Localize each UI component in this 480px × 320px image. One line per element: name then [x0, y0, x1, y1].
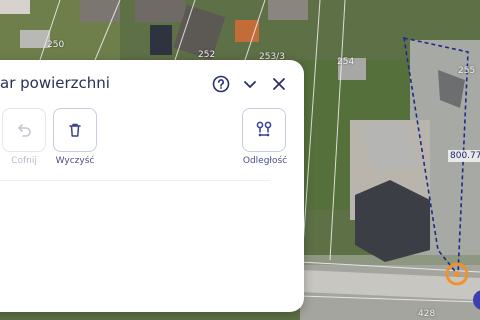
trash-icon: [69, 123, 81, 137]
measurement-length-label: 800.77: [448, 150, 480, 162]
panel-divider: [0, 180, 270, 181]
undo-icon: [18, 124, 31, 137]
clear-label: Wyczyść: [55, 156, 95, 166]
undo-label: Cofnij: [11, 156, 37, 166]
panel-title: ar powierzchni: [0, 74, 110, 92]
parcel-label-254: 254: [337, 57, 355, 67]
clear-button[interactable]: [53, 108, 97, 152]
area-measurement-panel: ar powierzchni Cofnij Wyczyść Odległość: [0, 60, 304, 312]
distance-label: Odległość: [242, 156, 288, 166]
close-icon[interactable]: [270, 75, 288, 93]
chevron-down-icon[interactable]: [241, 75, 259, 93]
parcel-label-428: 428: [418, 309, 436, 319]
parcel-label-252: 252: [198, 50, 216, 60]
parcel-label-255: 255: [458, 66, 476, 76]
undo-button[interactable]: [2, 108, 46, 152]
help-circle-icon[interactable]: [212, 75, 230, 93]
parcel-label-250: 250: [47, 40, 65, 50]
distance-button[interactable]: [242, 108, 286, 152]
distance-pins-icon: [256, 121, 272, 137]
